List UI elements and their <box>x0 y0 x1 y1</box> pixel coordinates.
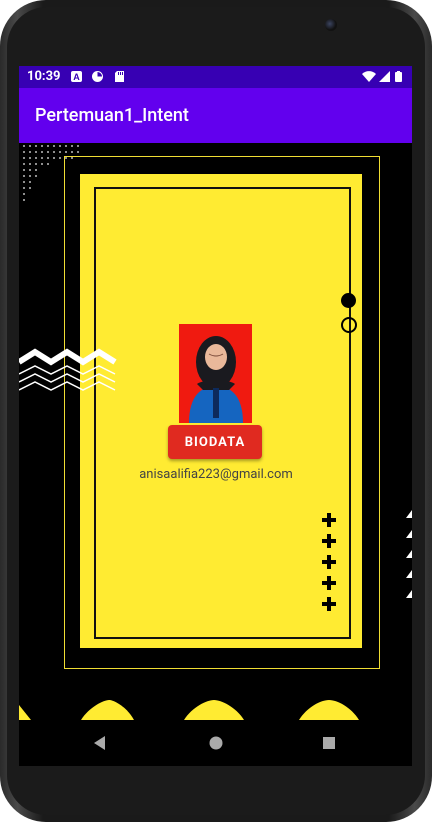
zigzag-decoration <box>19 348 117 391</box>
profile-photo <box>179 324 252 423</box>
plus-icon <box>322 576 336 590</box>
status-time: 10:39 <box>27 69 61 84</box>
biodata-button[interactable]: BIODATA <box>168 425 262 459</box>
plus-icon <box>322 534 336 548</box>
pie-icon <box>92 71 103 82</box>
navigation-bar <box>19 720 412 766</box>
recents-icon[interactable] <box>316 730 342 756</box>
wave-decoration <box>19 700 359 720</box>
phone-frame: 10:39 A Pertemuan1_Intent BIODATA anisaa… <box>0 0 432 822</box>
plus-icon <box>322 555 336 569</box>
filled-circle-decoration <box>341 293 356 308</box>
home-icon[interactable] <box>203 730 229 756</box>
power-button[interactable] <box>428 330 432 400</box>
camera-icon <box>325 19 337 31</box>
device-screen: 10:39 A Pertemuan1_Intent BIODATA anisaa… <box>19 66 412 766</box>
svg-text:A: A <box>73 72 80 82</box>
a-icon: A <box>71 71 82 82</box>
app-bar: Pertemuan1_Intent <box>19 88 412 143</box>
plus-icon <box>322 597 336 611</box>
app-title: Pertemuan1_Intent <box>35 105 189 126</box>
back-icon[interactable] <box>87 730 113 756</box>
triangle-decoration <box>406 510 412 598</box>
plus-decoration <box>322 513 342 613</box>
status-bar: 10:39 A <box>19 66 412 88</box>
battery-icon <box>395 71 402 82</box>
content-area: BIODATA anisaalifia223@gmail.com <box>19 143 412 720</box>
plus-icon <box>322 513 336 527</box>
wifi-icon <box>362 71 376 82</box>
email-text: anisaalifia223@gmail.com <box>139 467 293 482</box>
sd-card-icon <box>115 71 124 82</box>
signal-icon <box>379 71 390 82</box>
outline-circle-decoration <box>341 317 357 333</box>
